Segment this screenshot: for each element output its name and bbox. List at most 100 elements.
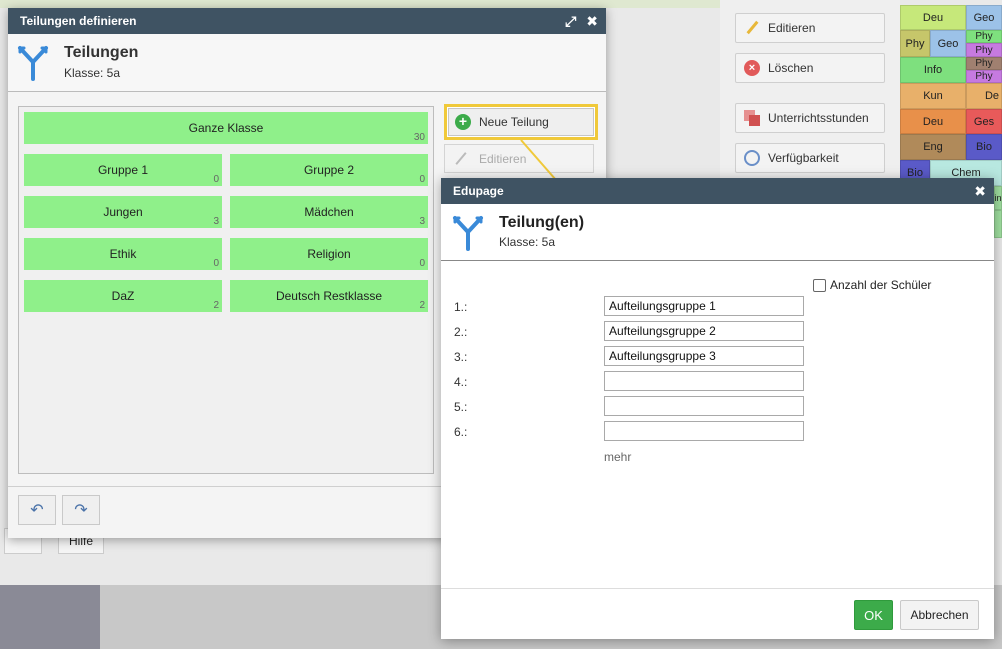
groups-panel: Ganze Klasse 30 Gruppe 1 0 Gruppe 2 0 Ju… <box>18 106 434 474</box>
group-label: Deutsch Restklasse <box>275 289 383 303</box>
timetable-cell[interactable]: Ges <box>966 109 1002 134</box>
student-count-checkbox[interactable] <box>813 278 826 292</box>
undo-button[interactable]: ↶ <box>18 495 56 525</box>
availability-button-label: Verfügbarkeit <box>768 151 839 165</box>
group-count: 30 <box>413 132 425 143</box>
timetable-cell[interactable]: De <box>966 83 1002 109</box>
group-whole-class[interactable]: Ganze Klasse 30 <box>24 112 428 144</box>
cancel-button[interactable]: Abbrechen <box>900 600 979 630</box>
group-count: 3 <box>213 216 219 227</box>
ok-button[interactable]: OK <box>854 600 893 630</box>
student-count-checkbox-wrap[interactable]: Anzahl der Schüler <box>813 278 931 292</box>
availability-button[interactable]: Verfügbarkeit <box>735 143 885 173</box>
close-icon[interactable]: ✖ <box>586 13 598 30</box>
split-icon <box>18 46 48 81</box>
division-name-input-6[interactable] <box>604 421 804 441</box>
timetable-cell[interactable]: Bio <box>966 134 1002 160</box>
division-name-input-3[interactable] <box>604 346 804 366</box>
lessons-button[interactable]: Unterrichtsstunden <box>735 103 885 133</box>
timetable-cell[interactable]: Geo <box>966 5 1002 30</box>
group-label: Jungen <box>103 205 143 219</box>
class-subtitle: Klasse: 5a <box>499 235 556 249</box>
group-label: Religion <box>307 247 351 261</box>
maximize-icon[interactable]: ⤢ <box>565 13 576 30</box>
timetable-cell[interactable]: Phy <box>966 57 1002 70</box>
split-icon <box>453 216 483 251</box>
timetable-cell[interactable]: Phy <box>966 43 1002 57</box>
dialog-title: Teilung(en) <box>499 214 585 231</box>
edit-division-button-label: Editieren <box>479 151 527 166</box>
delete-button-label: Löschen <box>768 61 814 75</box>
timetable-cell[interactable]: Eng <box>900 134 966 160</box>
page-title: Teilungen <box>64 44 139 61</box>
division-name-input-4[interactable] <box>604 371 804 391</box>
group-item[interactable]: Jungen 3 <box>24 196 222 228</box>
group-label: Gruppe 1 <box>97 163 149 177</box>
lessons-icon <box>744 110 760 126</box>
edit-button-label: Editieren <box>768 21 816 35</box>
pencil-icon <box>744 20 760 36</box>
background-bottom-left <box>0 585 100 649</box>
group-item[interactable]: Religion 0 <box>230 238 428 270</box>
group-label: Mädchen <box>304 205 354 219</box>
timetable-cell[interactable]: Phy <box>966 30 1002 43</box>
timetable-cell[interactable] <box>994 210 1002 238</box>
plus-icon: + <box>455 114 471 130</box>
group-item[interactable]: Gruppe 1 0 <box>24 154 222 186</box>
edupage-dialog: Edupage ✖ Teilung(en) Klasse: 5a Anzahl … <box>441 178 994 639</box>
redo-icon: ↷ <box>74 502 88 519</box>
row-label: 1.: <box>454 300 468 314</box>
edit-button[interactable]: Editieren <box>735 13 885 43</box>
division-name-input-2[interactable] <box>604 321 804 341</box>
division-name-input-5[interactable] <box>604 396 804 416</box>
pencil-icon <box>453 151 469 167</box>
group-count: 2 <box>213 300 219 311</box>
close-icon[interactable]: ✖ <box>974 183 986 200</box>
timetable-cell[interactable]: Kun <box>900 83 966 109</box>
divisions-dialog-header: Teilungen Klasse: 5a <box>8 34 606 92</box>
group-count: 0 <box>213 174 219 185</box>
new-division-button[interactable]: + Neue Teilung <box>448 108 594 136</box>
new-division-button-label: Neue Teilung <box>479 115 549 129</box>
timetable-cell[interactable]: Geo <box>930 30 966 57</box>
group-item[interactable]: Mädchen 3 <box>230 196 428 228</box>
group-count: 2 <box>419 300 425 311</box>
group-item[interactable]: Deutsch Restklasse 2 <box>230 280 428 312</box>
division-name-input-1[interactable] <box>604 296 804 316</box>
group-item[interactable]: DaZ 2 <box>24 280 222 312</box>
divisions-dialog-titlebar[interactable]: Teilungen definieren ⤢ ✖ <box>8 8 606 34</box>
edupage-dialog-header: Teilung(en) Klasse: 5a <box>441 204 994 261</box>
timetable-cell[interactable]: Phy <box>966 70 1002 83</box>
new-division-button-highlight: + Neue Teilung <box>444 104 598 140</box>
timetable-cell[interactable]: Deu <box>900 109 966 134</box>
row-label: 2.: <box>454 325 468 339</box>
group-label: Ethik <box>109 247 137 261</box>
edupage-dialog-titlebar[interactable]: Edupage ✖ <box>441 178 994 204</box>
divisions-dialog-window-title: Teilungen definieren <box>20 14 137 28</box>
edit-division-button[interactable]: Editieren <box>444 144 594 173</box>
timetable-cell[interactable]: Deu <box>900 5 966 30</box>
student-count-checkbox-label: Anzahl der Schüler <box>830 278 932 292</box>
more-link[interactable]: mehr <box>604 450 631 464</box>
group-item[interactable]: Ethik 0 <box>24 238 222 270</box>
timetable-cell[interactable]: Info <box>900 57 966 83</box>
undo-icon: ↶ <box>30 502 44 519</box>
group-count: 0 <box>419 258 425 269</box>
delete-button[interactable]: × Löschen <box>735 53 885 83</box>
group-label: Ganze Klasse <box>188 121 264 135</box>
group-label: DaZ <box>111 289 135 303</box>
lessons-button-label: Unterrichtsstunden <box>768 111 869 125</box>
timetable-cell[interactable]: in <box>994 186 1002 210</box>
row-label: 4.: <box>454 375 468 389</box>
row-label: 6.: <box>454 425 468 439</box>
group-item[interactable]: Gruppe 2 0 <box>230 154 428 186</box>
row-label: 3.: <box>454 350 468 364</box>
row-label: 5.: <box>454 400 468 414</box>
delete-icon: × <box>744 60 760 76</box>
timetable-cell[interactable]: Phy <box>900 30 930 57</box>
group-count: 0 <box>419 174 425 185</box>
edupage-dialog-window-title: Edupage <box>453 184 504 198</box>
group-count: 0 <box>213 258 219 269</box>
group-label: Gruppe 2 <box>303 163 355 177</box>
redo-button[interactable]: ↷ <box>62 495 100 525</box>
